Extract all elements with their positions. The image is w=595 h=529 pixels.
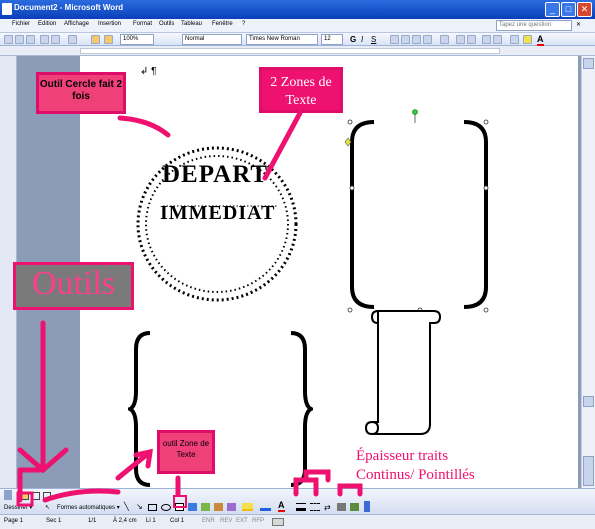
annotation-arrows	[16, 110, 363, 508]
